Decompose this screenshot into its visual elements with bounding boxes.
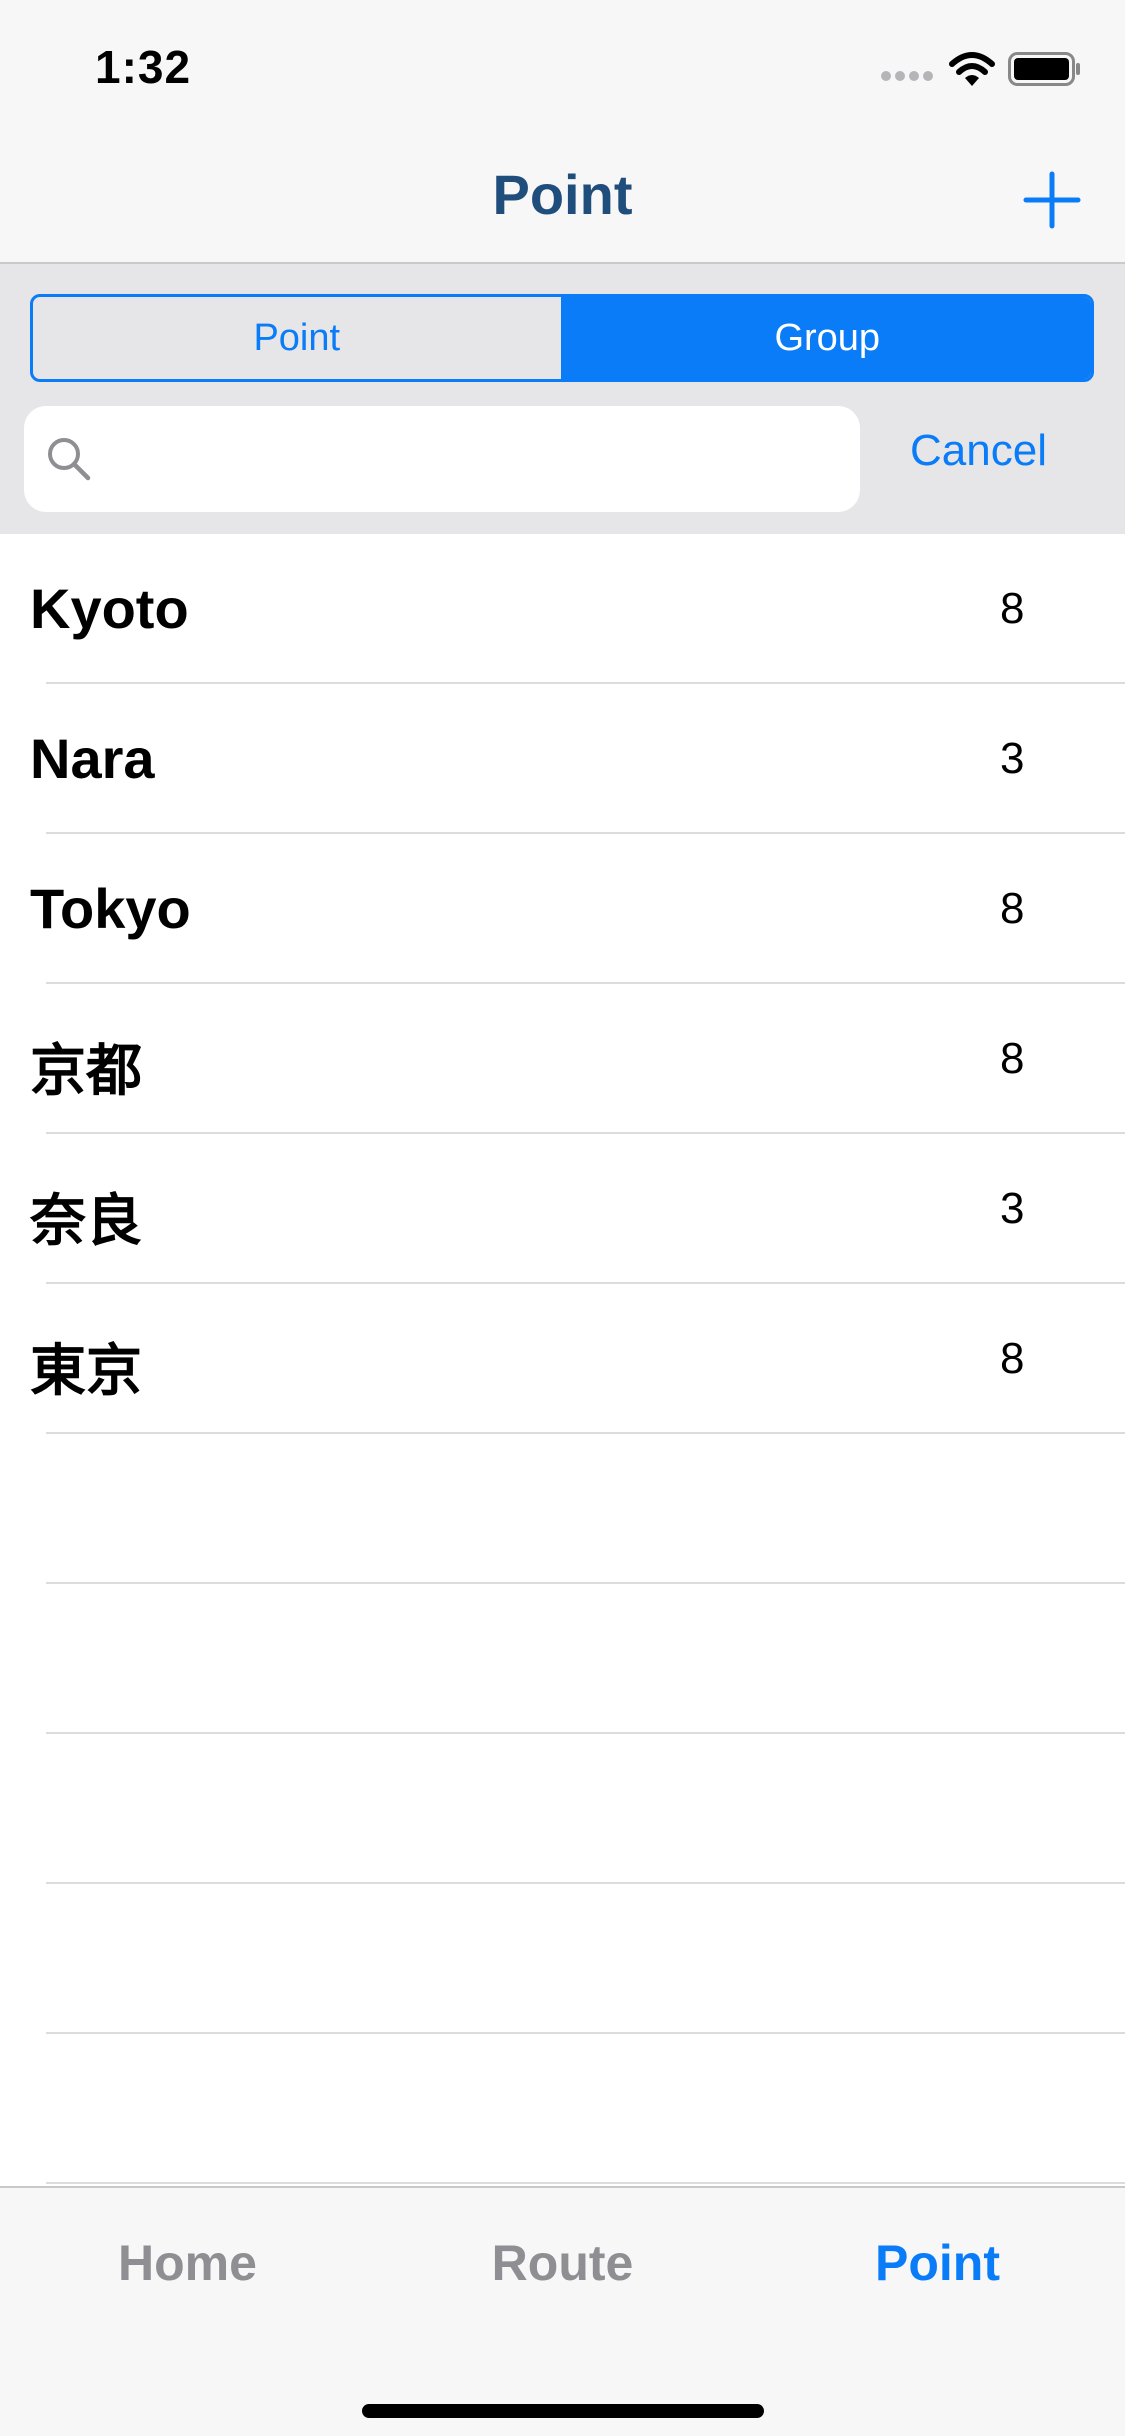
navigation-bar: Point (0, 132, 1125, 264)
status-bar: 1:32 (0, 0, 1125, 132)
segment-group[interactable]: Group (563, 297, 1091, 379)
group-count: 8 (1000, 1334, 1025, 1383)
group-count: 3 (1000, 1184, 1025, 1233)
plus-icon[interactable] (1020, 168, 1084, 232)
search-icon (48, 438, 91, 481)
search-bar[interactable] (24, 406, 860, 512)
group-name: Nara (30, 727, 155, 790)
tab-bar: Home Route Point (0, 2186, 1125, 2436)
list-item[interactable]: Nara 3 (0, 684, 1125, 834)
wifi-icon (949, 52, 995, 86)
group-name: 京都 (30, 1039, 142, 1102)
home-indicator[interactable] (362, 2404, 764, 2418)
status-time: 1:32 (95, 41, 192, 93)
group-list: Kyoto 8 Nara 3 Tokyo 8 京都 8 奈良 3 東京 8 (0, 534, 1125, 2184)
cellular-signal-icon (881, 71, 933, 81)
group-name: 東京 (30, 1339, 142, 1402)
empty-row (0, 1734, 1125, 1884)
group-count: 3 (1000, 734, 1025, 783)
list-item[interactable]: 奈良 3 (0, 1134, 1125, 1284)
group-name: Tokyo (30, 877, 191, 940)
group-count: 8 (1000, 1034, 1025, 1083)
cancel-button[interactable]: Cancel (910, 426, 1047, 476)
tab-route[interactable]: Route (375, 2234, 750, 2292)
tab-point[interactable]: Point (750, 2234, 1125, 2292)
group-name: 奈良 (30, 1189, 142, 1252)
list-item[interactable]: 京都 8 (0, 984, 1125, 1134)
list-item[interactable]: Tokyo 8 (0, 834, 1125, 984)
list-item[interactable]: 東京 8 (0, 1284, 1125, 1434)
empty-row (0, 1584, 1125, 1734)
group-count: 8 (1000, 884, 1025, 933)
group-name: Kyoto (30, 577, 189, 640)
group-count: 8 (1000, 584, 1025, 633)
empty-row (0, 1884, 1125, 2034)
segment-point[interactable]: Point (33, 297, 564, 379)
battery-icon (1008, 52, 1080, 86)
search-input[interactable] (110, 424, 834, 496)
tab-home[interactable]: Home (0, 2234, 375, 2292)
page-title: Point (492, 163, 633, 226)
list-item[interactable]: Kyoto 8 (0, 534, 1125, 684)
empty-row (0, 1434, 1125, 1584)
empty-row (0, 2034, 1125, 2184)
segmented-control: Point Group (30, 294, 1094, 382)
list-header: Point Group Cancel (0, 264, 1125, 534)
